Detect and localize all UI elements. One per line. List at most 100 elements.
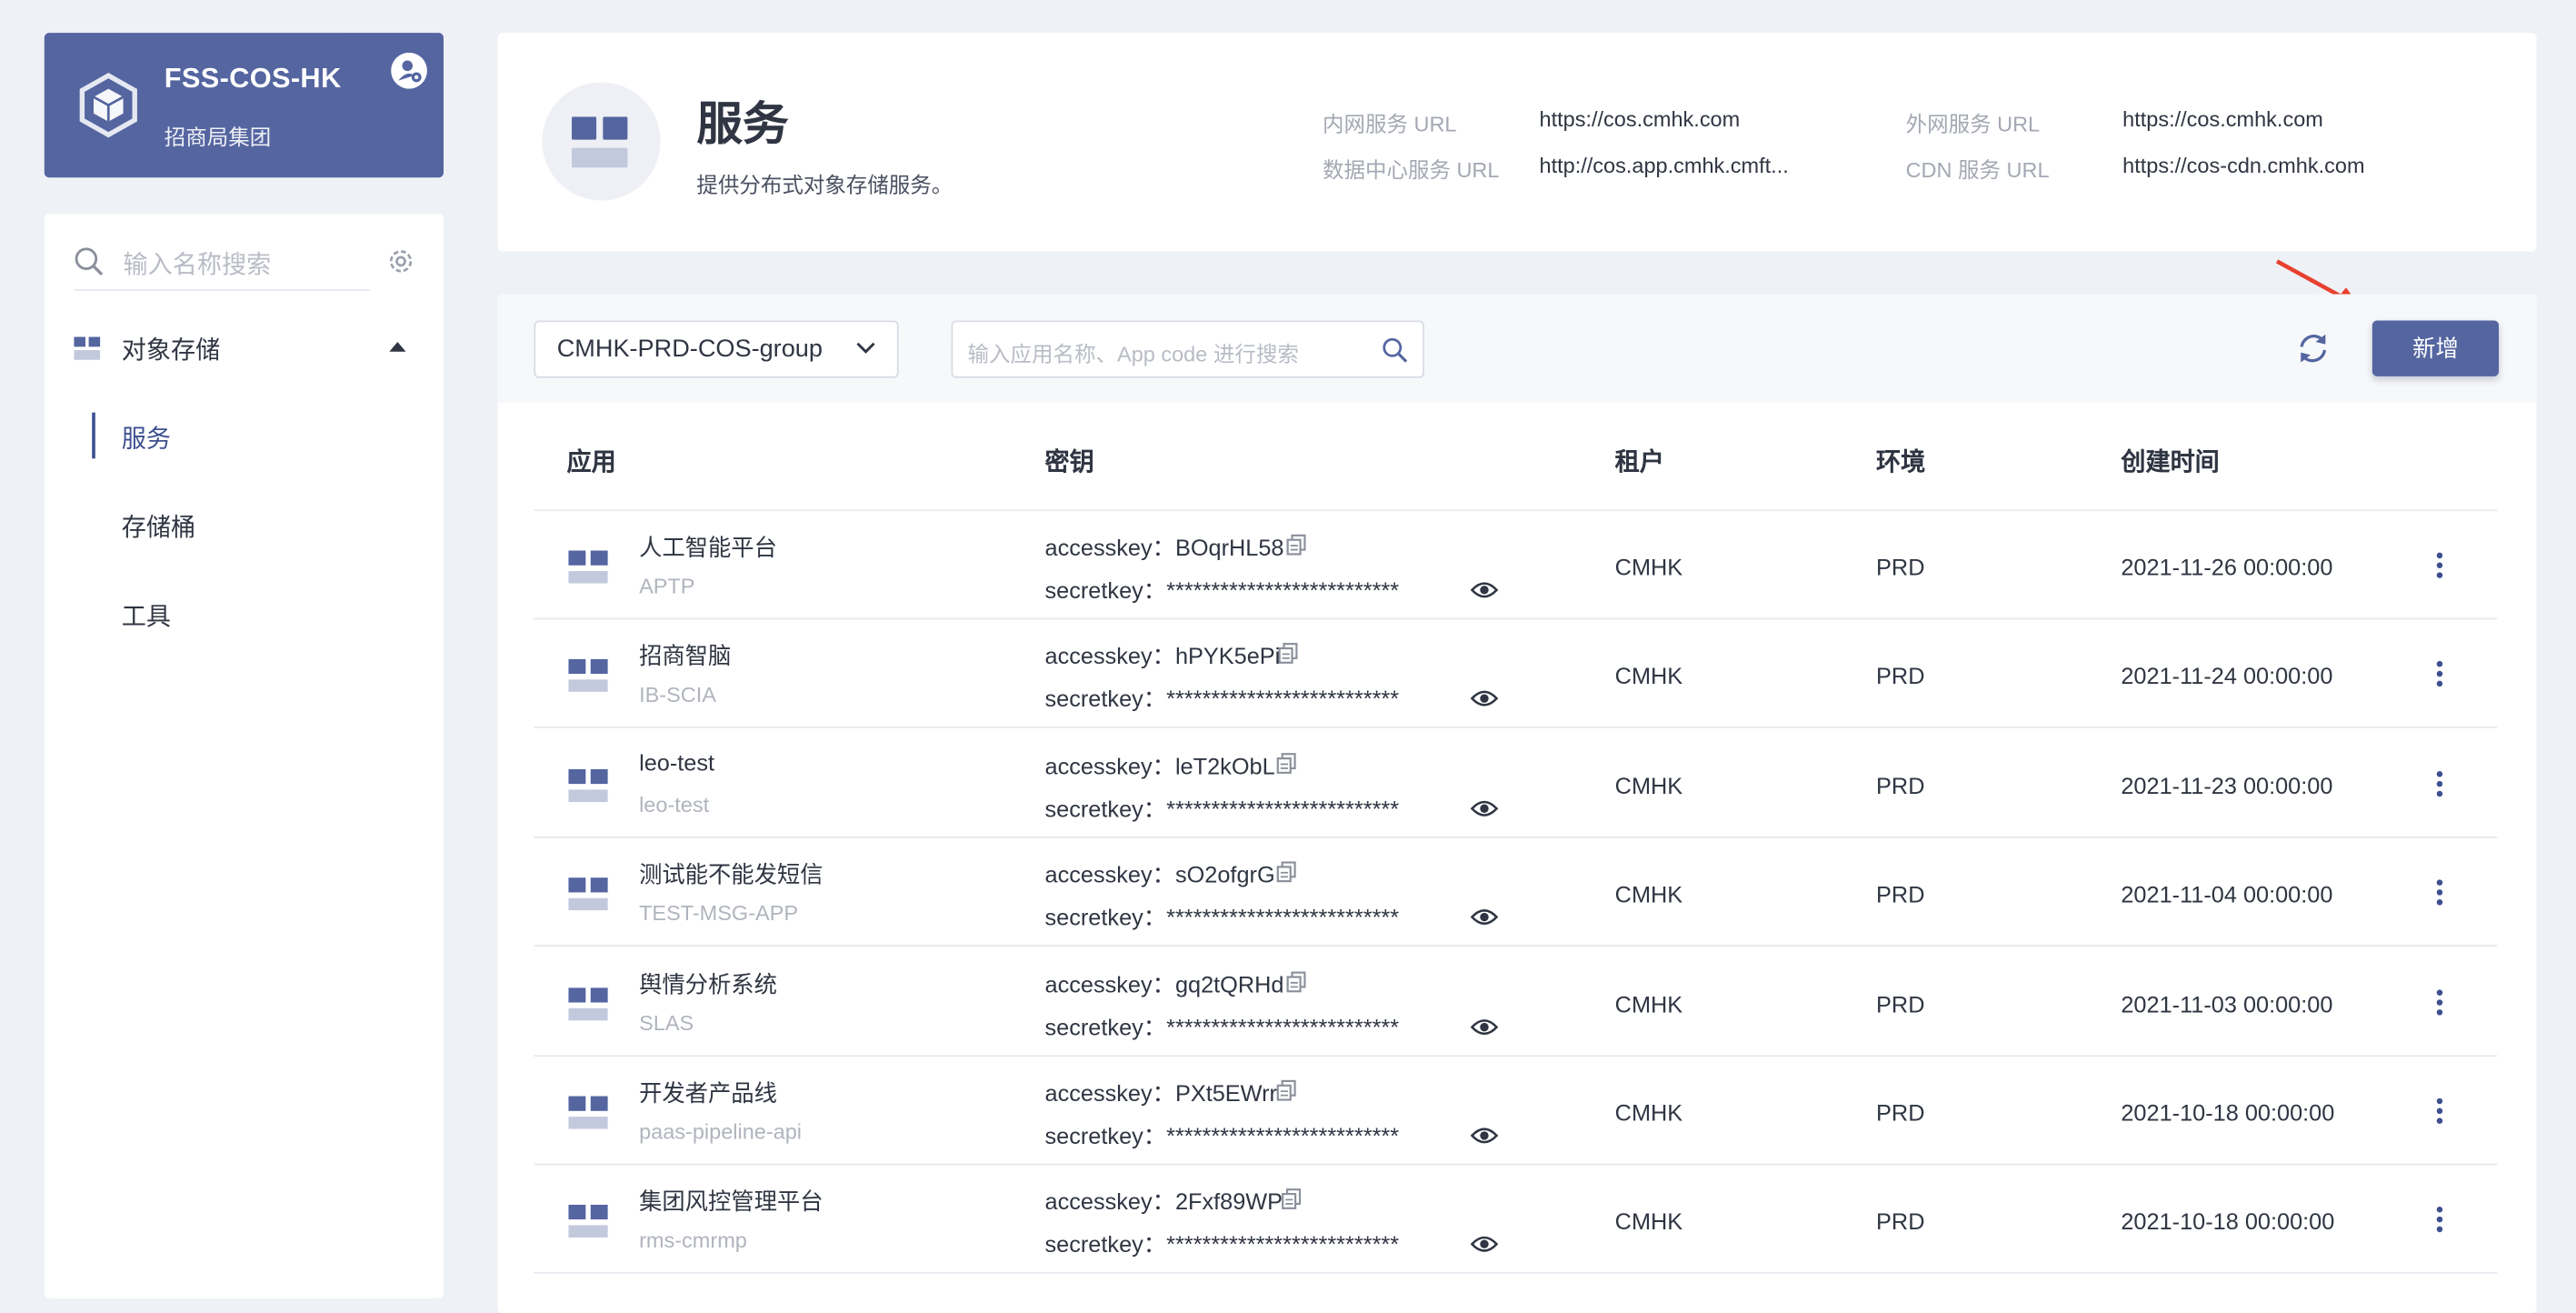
access-key: accesskey：leT2kObL <box>1044 752 1275 779</box>
access-key: accesskey：sO2ofgrG <box>1044 861 1275 888</box>
sidebar: 输入名称搜索 对象存储 服务 存储桶 工具 <box>44 213 444 1298</box>
app-search-input[interactable]: 输入应用名称、App code 进行搜索 <box>951 320 1425 378</box>
column-header-app: 应用 <box>566 448 616 477</box>
chevron-down-icon[interactable] <box>856 342 876 355</box>
app-code: leo-test <box>639 791 710 817</box>
tenant-cell: CMHK <box>1614 663 1683 690</box>
nav-group-label: 对象存储 <box>121 336 221 366</box>
more-vertical-icon[interactable] <box>2431 767 2448 800</box>
brand-subtitle: 招商局集团 <box>164 125 272 150</box>
table-row[interactable]: 集团风控管理平台 rms-cmrmp accesskey：2Fxf89WP se… <box>498 1166 2537 1275</box>
eye-icon[interactable] <box>1470 907 1499 927</box>
eye-icon[interactable] <box>1470 1235 1499 1255</box>
intranet-url-value[interactable]: https://cos.cmhk.com <box>1540 106 1741 131</box>
access-key: accesskey：2Fxf89WP <box>1044 1188 1283 1216</box>
table-row[interactable]: 舆情分析系统 SLAS accesskey：gq2tQRHd secretkey… <box>498 947 2537 1057</box>
cube-logo-icon <box>79 73 137 138</box>
search-icon[interactable] <box>1382 337 1408 364</box>
env-cell: PRD <box>1876 990 1925 1017</box>
copy-icon[interactable] <box>1276 1079 1296 1101</box>
eye-icon[interactable] <box>1470 689 1499 709</box>
secret-key: secretkey：************************** <box>1044 904 1400 931</box>
refresh-icon[interactable] <box>2295 330 2331 366</box>
sidebar-item-tools[interactable]: 工具 <box>122 598 171 633</box>
intranet-url-label: 内网服务 URL <box>1322 111 1457 137</box>
active-indicator <box>92 412 95 459</box>
created-time-cell: 2021-10-18 00:00:00 <box>2121 1099 2335 1127</box>
table-row[interactable]: leo-test leo-test accesskey：leT2kObL sec… <box>498 729 2537 838</box>
access-key: accesskey：hPYK5ePi <box>1044 643 1281 670</box>
page-title: 服务 <box>696 98 789 150</box>
sidebar-search[interactable]: 输入名称搜索 <box>74 240 370 291</box>
eye-icon[interactable] <box>1470 580 1499 600</box>
brand-card: FSS-COS-HK 招商局集团 <box>44 33 444 178</box>
tenant-cell: CMHK <box>1614 1208 1683 1236</box>
more-vertical-icon[interactable] <box>2431 877 2448 909</box>
sidebar-item-buckets[interactable]: 存储桶 <box>122 509 195 544</box>
tenant-cell: CMHK <box>1614 772 1683 799</box>
created-time-cell: 2021-11-23 00:00:00 <box>2121 772 2333 799</box>
row-divider <box>534 1272 2498 1275</box>
user-settings-icon[interactable] <box>391 52 427 89</box>
copy-icon[interactable] <box>1278 643 1298 665</box>
app-code: IB-SCIA <box>639 682 716 707</box>
table-row[interactable]: 开发者产品线 paas-pipeline-api accesskey：PXt5E… <box>498 1057 2537 1166</box>
table-row[interactable]: 测试能不能发短信 TEST-MSG-APP accesskey：sO2ofgrG… <box>498 838 2537 947</box>
app-name[interactable]: 开发者产品线 <box>639 1077 777 1109</box>
app-name[interactable]: leo-test <box>639 749 714 776</box>
group-select-value[interactable]: CMHK-PRD-COS-group <box>557 336 823 364</box>
app-name[interactable]: 招商智脑 <box>639 640 731 673</box>
group-select[interactable]: CMHK-PRD-COS-group <box>534 320 899 378</box>
service-badge <box>542 82 661 201</box>
more-vertical-icon[interactable] <box>2431 1095 2448 1128</box>
cdn-url-value[interactable]: https://cos-cdn.cmhk.com <box>2122 153 2364 177</box>
env-cell: PRD <box>1876 1208 1925 1236</box>
app-code: SLAS <box>639 1009 694 1035</box>
app-name[interactable]: 人工智能平台 <box>639 531 777 564</box>
datacenter-url-value[interactable]: http://cos.app.cmhk.cmft... <box>1540 153 1789 177</box>
app-name[interactable]: 测试能不能发短信 <box>639 858 823 891</box>
toolbar: CMHK-PRD-COS-group 输入应用名称、App code 进行搜索 … <box>497 294 2537 403</box>
copy-icon[interactable] <box>1276 861 1296 883</box>
app-search-placeholder[interactable]: 输入应用名称、App code 进行搜索 <box>968 337 1299 368</box>
app-icon <box>568 877 608 911</box>
app-name[interactable]: 舆情分析系统 <box>639 967 777 1000</box>
copy-icon[interactable] <box>1286 970 1306 992</box>
env-cell: PRD <box>1876 554 1925 581</box>
secret-key: secretkey：************************** <box>1044 795 1400 822</box>
created-time-cell: 2021-11-03 00:00:00 <box>2121 990 2333 1017</box>
app-icon <box>568 1205 608 1238</box>
column-header-env: 环境 <box>1876 448 1926 477</box>
internet-url-value[interactable]: https://cos.cmhk.com <box>2122 106 2323 131</box>
sidebar-item-services[interactable]: 服务 <box>122 421 171 456</box>
sidebar-search-placeholder[interactable]: 输入名称搜索 <box>124 246 272 281</box>
more-vertical-icon[interactable] <box>2431 549 2448 582</box>
copy-icon[interactable] <box>1276 752 1296 774</box>
row-divider <box>534 945 2498 947</box>
grid-icon <box>74 336 101 360</box>
secret-key: secretkey：************************** <box>1044 686 1400 713</box>
table-row[interactable]: 人工智能平台 APTP accesskey：BOqrHL58 secretkey… <box>498 511 2537 620</box>
app-code: paas-pipeline-api <box>639 1118 803 1144</box>
secret-key: secretkey：************************** <box>1044 1122 1400 1149</box>
add-button[interactable]: 新增 <box>2371 320 2500 376</box>
gear-icon[interactable] <box>386 246 416 276</box>
tenant-cell: CMHK <box>1614 554 1683 581</box>
copy-icon[interactable] <box>1282 1188 1302 1210</box>
eye-icon[interactable] <box>1470 1017 1499 1037</box>
page-header: 服务 提供分布式对象存储服务。 内网服务 URL https://cos.cmh… <box>497 33 2537 252</box>
more-vertical-icon[interactable] <box>2431 1204 2448 1237</box>
app-icon <box>568 987 608 1020</box>
more-vertical-icon[interactable] <box>2431 986 2448 1018</box>
eye-icon[interactable] <box>1470 798 1499 818</box>
app-name[interactable]: 集团风控管理平台 <box>639 1186 823 1218</box>
copy-icon[interactable] <box>1286 534 1306 556</box>
nav-group-object-storage[interactable]: 对象存储 <box>74 332 419 371</box>
caret-up-icon[interactable] <box>389 341 406 352</box>
app-icon <box>568 659 608 693</box>
created-time-cell: 2021-11-04 00:00:00 <box>2121 881 2333 908</box>
datacenter-url-label: 数据中心服务 URL <box>1322 157 1500 183</box>
eye-icon[interactable] <box>1470 1126 1499 1146</box>
more-vertical-icon[interactable] <box>2431 658 2448 691</box>
table-row[interactable]: 招商智脑 IB-SCIA accesskey：hPYK5ePi secretke… <box>498 620 2537 729</box>
